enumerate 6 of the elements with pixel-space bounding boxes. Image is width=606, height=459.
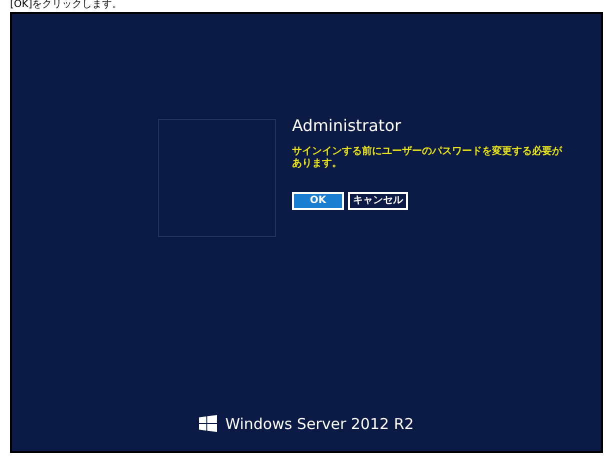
cancel-button[interactable]: キャンセル: [348, 192, 408, 210]
ok-button[interactable]: OK: [292, 192, 344, 210]
user-name: Administrator: [292, 116, 402, 136]
windows-logo-icon: [199, 415, 218, 432]
password-change-message: サインインする前にユーザーのパスワードを変更する必要があります。: [292, 146, 562, 170]
brand-text: Windows Server 2012 R2: [225, 414, 414, 434]
